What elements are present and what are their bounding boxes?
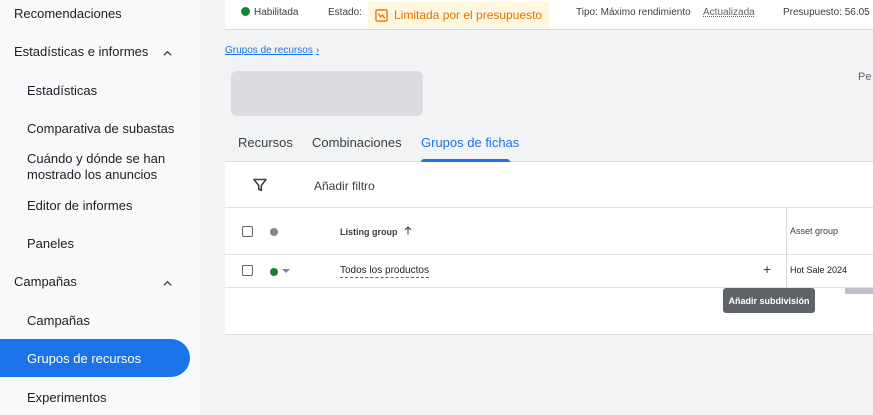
sidebar-item-campanas[interactable]: Campañas bbox=[0, 305, 190, 335]
filter-bar: Añadir filtro bbox=[225, 162, 873, 208]
listing-group-name[interactable]: Todos los productos bbox=[340, 265, 429, 278]
sidebar-item-estadisticas[interactable]: Estadísticas bbox=[0, 75, 190, 105]
status-column-icon bbox=[270, 228, 278, 236]
sidebar-item-label: Estadísticas bbox=[27, 82, 98, 98]
horizontal-scrollbar[interactable] bbox=[845, 288, 873, 294]
breadcrumb-link[interactable]: Grupos de recursos bbox=[225, 45, 313, 56]
add-filter-button[interactable]: Añadir filtro bbox=[314, 179, 375, 193]
sidebar-item-label: Recomendaciones bbox=[14, 6, 122, 21]
row-asset-group: Hot Sale 2024 bbox=[790, 265, 848, 275]
budget-limited-badge[interactable]: Limitada por el presupuesto bbox=[368, 2, 550, 28]
asset-group-title-placeholder bbox=[231, 71, 423, 116]
budget-value: Presupuesto: 56.05 bbox=[783, 7, 870, 18]
chevron-up-icon bbox=[163, 280, 172, 286]
sidebar-item-cuando-donde[interactable]: Cuándo y dónde se han mostrado los anunc… bbox=[0, 150, 170, 184]
chevron-right-icon: › bbox=[315, 45, 320, 56]
sidebar-item-label: Cuándo y dónde se han mostrado los anunc… bbox=[27, 151, 166, 182]
sort-ascending-icon bbox=[404, 226, 412, 235]
sidebar-item-editor-informes[interactable]: Editor de informes bbox=[0, 190, 190, 220]
sidebar-item-comparativa-subastas[interactable]: Comparativa de subastas bbox=[0, 113, 190, 143]
status-dot-icon bbox=[241, 7, 250, 16]
status-label: Habilitada bbox=[254, 7, 299, 18]
sidebar-item-recomendaciones[interactable]: Recomendaciones bbox=[0, 0, 190, 27]
estado-label: Estado: bbox=[328, 7, 362, 18]
column-divider[interactable] bbox=[786, 208, 787, 288]
campaign-type: Tipo: Máximo rendimiento bbox=[576, 7, 691, 18]
sidebar-item-label: Experimentos bbox=[27, 389, 107, 405]
sidebar-item-label: Grupos de recursos bbox=[27, 350, 142, 366]
sidebar-item-label: Estadísticas e informes bbox=[14, 43, 149, 59]
sidebar-section-campanas[interactable]: Campañas bbox=[0, 266, 190, 296]
caret-down-icon[interactable] bbox=[282, 269, 290, 273]
sidebar-item-label: Campañas bbox=[27, 312, 90, 328]
sidebar-item-label: Comparativa de subastas bbox=[27, 120, 175, 136]
status-enabled[interactable]: Habilitada bbox=[241, 7, 298, 18]
tab-grupos-fichas[interactable]: Grupos de fichas bbox=[421, 135, 519, 150]
budget-limited-label: Limitada por el presupuesto bbox=[394, 8, 543, 22]
sidebar-item-label: Paneles bbox=[27, 235, 74, 251]
table-header: Listing group Asset group bbox=[225, 208, 873, 255]
sidebar-item-grupos-recursos[interactable]: Grupos de recursos bbox=[0, 339, 190, 377]
listing-group-header-label: Listing group bbox=[340, 227, 398, 237]
tab-combinaciones[interactable]: Combinaciones bbox=[312, 135, 402, 150]
sidebar-section-estadisticas-informes[interactable]: Estadísticas e informes bbox=[0, 36, 190, 66]
chevron-up-icon bbox=[163, 50, 172, 56]
tab-recursos[interactable]: Recursos bbox=[238, 135, 293, 150]
listing-group-header[interactable]: Listing group bbox=[340, 226, 412, 237]
add-subdivision-icon[interactable]: + bbox=[763, 262, 771, 276]
main-content: Habilitada Estado: Limitada por el presu… bbox=[225, 0, 873, 415]
sidebar: Recomendaciones Estadísticas e informes … bbox=[0, 0, 200, 415]
row-status-dot-icon bbox=[270, 268, 278, 276]
campaign-status-bar: Habilitada Estado: Limitada por el presu… bbox=[225, 0, 873, 30]
header-right-text: Pe bbox=[858, 71, 872, 83]
sidebar-item-label: Editor de informes bbox=[27, 197, 133, 213]
asset-group-header[interactable]: Asset group bbox=[790, 226, 838, 236]
sidebar-item-paneles[interactable]: Paneles bbox=[0, 228, 190, 258]
sidebar-item-label: Campañas bbox=[14, 273, 77, 289]
tab-bar: Recursos Combinaciones Grupos de fichas bbox=[225, 125, 873, 162]
breadcrumb[interactable]: Grupos de recursos › bbox=[225, 45, 319, 56]
add-subdivision-tooltip: Añadir subdivisión bbox=[723, 288, 815, 313]
sidebar-item-experimentos[interactable]: Experimentos bbox=[0, 382, 190, 412]
select-all-checkbox[interactable] bbox=[242, 226, 253, 237]
trend-chart-icon bbox=[375, 8, 388, 22]
filter-icon[interactable] bbox=[253, 178, 267, 192]
row-checkbox[interactable] bbox=[242, 265, 253, 276]
updated-link[interactable]: Actualizada bbox=[703, 7, 755, 18]
table-row: Todos los productos + Hot Sale 2024 bbox=[225, 255, 873, 288]
